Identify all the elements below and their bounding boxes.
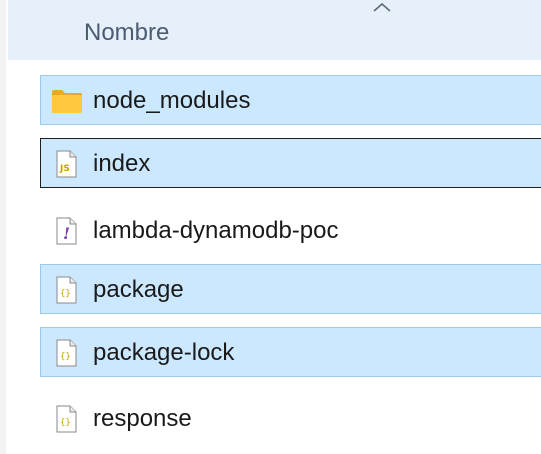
column-header-label: Nombre — [84, 19, 170, 46]
file-name: package-lock — [93, 339, 235, 366]
left-edge-strip — [0, 0, 6, 454]
chevron-up-icon — [370, 0, 394, 14]
json-file-icon: {} — [51, 276, 81, 304]
file-row[interactable]: {} package — [40, 264, 541, 314]
svg-text:!: ! — [63, 224, 70, 243]
file-row[interactable]: ! lambda-dynamodb-poc — [40, 205, 541, 255]
file-name: package — [93, 276, 184, 303]
json-file-icon: {} — [51, 405, 81, 433]
file-row[interactable]: {} package-lock — [40, 327, 541, 377]
svg-text:{}: {} — [60, 352, 71, 362]
file-row[interactable]: node_modules — [40, 75, 541, 125]
file-row[interactable]: JS index — [40, 138, 541, 188]
json-file-icon: {} — [51, 339, 81, 367]
file-name: node_modules — [93, 87, 251, 114]
exclamation-file-icon: ! — [51, 217, 81, 245]
file-name: response — [93, 405, 192, 432]
file-name: lambda-dynamodb-poc — [93, 217, 339, 244]
svg-text:{}: {} — [60, 289, 71, 299]
file-name: index — [93, 150, 151, 177]
file-row[interactable]: {} response — [40, 393, 541, 443]
file-explorer-view: Nombre node_modules JS index ! lambda-dy… — [0, 0, 541, 454]
js-file-icon: JS — [51, 150, 81, 178]
svg-text:{}: {} — [60, 418, 71, 428]
svg-text:JS: JS — [59, 164, 70, 174]
folder-icon — [51, 87, 82, 115]
column-header-name[interactable]: Nombre — [8, 0, 541, 60]
